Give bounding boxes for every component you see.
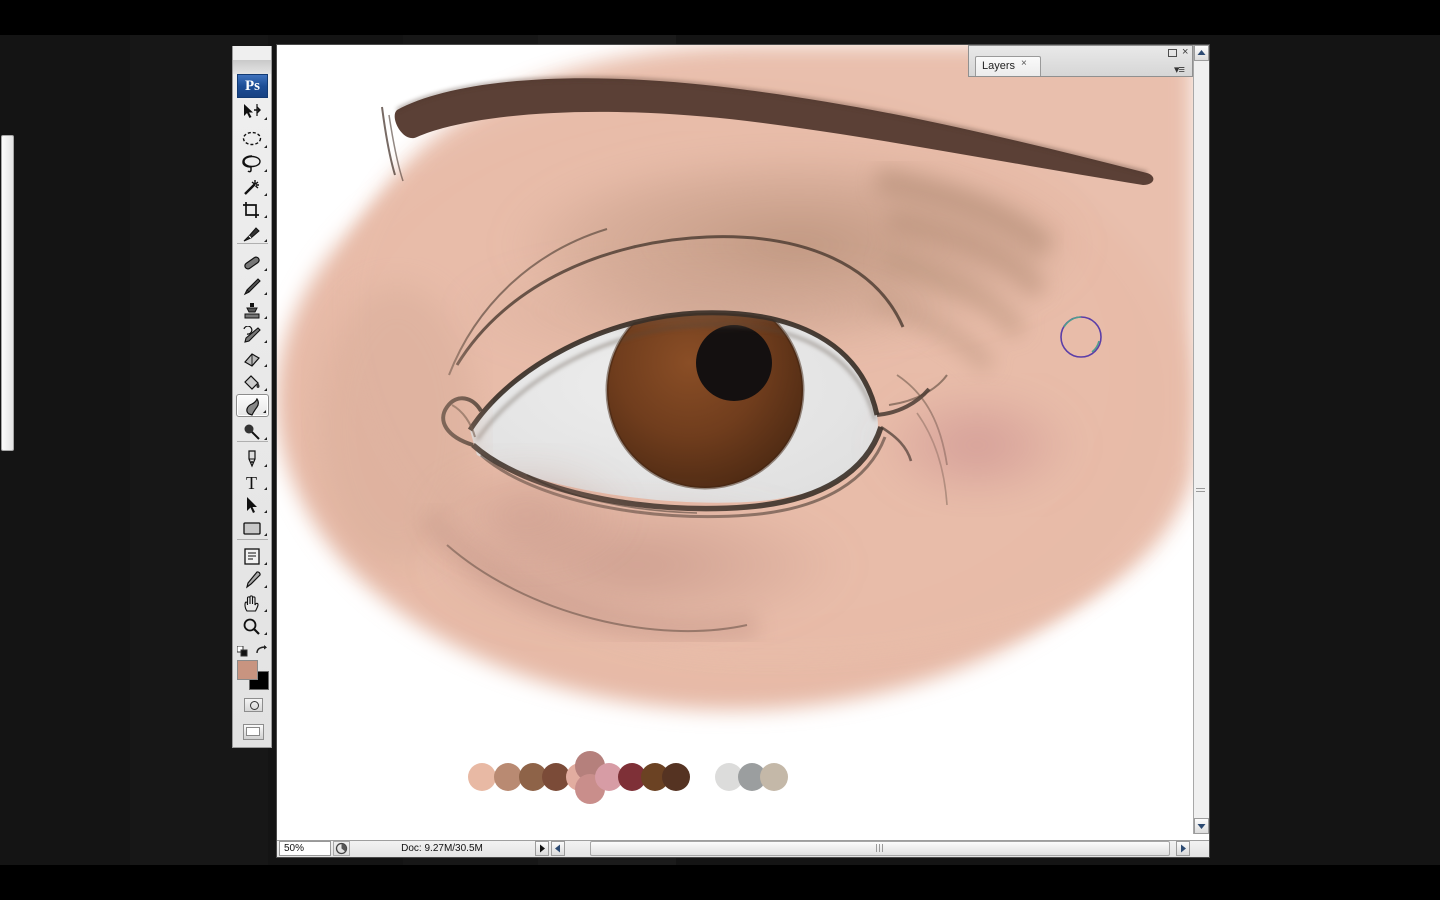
vertical-scroll-thumb[interactable] — [1, 135, 14, 451]
panel-menu-icon[interactable]: ▾≡ — [1174, 63, 1185, 76]
quick-mask-toggle[interactable] — [244, 698, 263, 712]
scroll-right-button[interactable] — [1176, 841, 1190, 856]
tool-submenu-indicator — [264, 388, 267, 391]
marquee-tool[interactable] — [236, 128, 269, 151]
palette-swatch — [662, 763, 690, 791]
tab-layers-label: Layers — [982, 60, 1016, 72]
scroll-left-button[interactable] — [551, 841, 565, 856]
move-tool[interactable] — [236, 100, 269, 123]
status-expand-button[interactable] — [535, 841, 549, 856]
slice-tool[interactable] — [236, 222, 269, 245]
tool-submenu-indicator — [264, 487, 267, 490]
palette-swatch — [468, 763, 496, 791]
tool-submenu-indicator — [264, 533, 267, 536]
tool-submenu-indicator — [264, 364, 267, 367]
tool-submenu-indicator — [264, 268, 267, 271]
tool-submenu-indicator — [264, 215, 267, 218]
pen-tool[interactable] — [236, 447, 269, 470]
document-size-info: Doc: 9.27M/30.5M — [401, 843, 483, 854]
tool-submenu-indicator — [264, 239, 267, 242]
document-preview-button[interactable] — [333, 841, 350, 856]
rectangle-shape-tool[interactable] — [236, 516, 269, 539]
swap-colors-icon[interactable] — [256, 643, 268, 654]
tool-submenu-indicator — [264, 510, 267, 513]
tool-submenu-indicator — [264, 340, 267, 343]
screen-mode-button[interactable] — [243, 724, 264, 740]
tool-submenu-indicator — [264, 632, 267, 635]
tool-submenu-indicator — [264, 464, 267, 467]
dodge-tool[interactable] — [236, 420, 269, 443]
toolbar-separator — [237, 441, 268, 442]
panel-minimize-icon[interactable] — [1168, 49, 1177, 57]
toolbar-separator — [237, 539, 268, 540]
type-tool[interactable]: T — [236, 470, 269, 493]
healing-brush-tool[interactable] — [236, 251, 269, 274]
magic-wand-tool[interactable] — [236, 176, 269, 199]
paint-bucket-tool[interactable] — [236, 371, 269, 394]
letterbox-bottom — [0, 865, 1440, 900]
default-colors-icon[interactable] — [236, 644, 248, 657]
image-canvas[interactable] — [277, 45, 1193, 834]
crop-tool[interactable] — [236, 198, 269, 221]
horizontal-scroll-grip — [876, 844, 884, 852]
eyedropper-tool[interactable] — [236, 568, 269, 591]
clone-stamp-tool[interactable] — [236, 299, 269, 322]
toolbar-separator — [237, 243, 268, 244]
tool-submenu-indicator — [264, 562, 267, 565]
tool-submenu-indicator — [264, 609, 267, 612]
vertical-scroll-grip — [1196, 488, 1205, 494]
tool-submenu-indicator — [264, 145, 267, 148]
note-tool[interactable] — [236, 545, 269, 568]
lasso-tool[interactable] — [236, 152, 269, 175]
eye-artwork — [277, 45, 1193, 710]
tab-layers[interactable]: Layers — [975, 56, 1041, 76]
path-selection-tool[interactable] — [236, 493, 269, 516]
tool-submenu-indicator — [264, 117, 267, 120]
brush-tool[interactable] — [236, 275, 269, 298]
tool-submenu-indicator — [263, 410, 266, 413]
scroll-down-button[interactable] — [1194, 818, 1209, 834]
letterbox-top — [0, 0, 1440, 35]
foreground-color-swatch[interactable] — [237, 660, 258, 680]
svg-text:T: T — [246, 473, 257, 491]
screen-mode-icon — [246, 727, 260, 736]
tool-submenu-indicator — [264, 292, 267, 295]
palette-swatch — [494, 763, 522, 791]
panel-close-icon[interactable]: × — [1182, 47, 1188, 58]
photoshop-logo-icon: Ps — [237, 74, 268, 98]
tool-submenu-indicator — [264, 316, 267, 319]
tool-submenu-indicator — [264, 585, 267, 588]
tool-submenu-indicator — [264, 193, 267, 196]
toolbar-header-strip — [233, 60, 271, 74]
zoom-tool[interactable] — [236, 615, 269, 638]
tool-submenu-indicator — [264, 169, 267, 172]
vertical-scrollbar[interactable] — [1193, 45, 1209, 834]
smudge-tool[interactable] — [236, 394, 269, 417]
brush-cursor-icon — [1060, 316, 1102, 358]
scroll-up-button[interactable] — [1194, 45, 1209, 61]
palette-swatch-gray — [760, 763, 788, 791]
eraser-tool[interactable] — [236, 347, 269, 370]
zoom-level-field[interactable]: 50% — [279, 841, 331, 856]
hand-tool[interactable] — [236, 592, 269, 615]
color-swatches — [237, 660, 270, 690]
tab-close-icon[interactable]: × — [1021, 58, 1027, 69]
quick-mask-icon — [250, 701, 259, 710]
history-brush-tool[interactable] — [236, 323, 269, 346]
tool-submenu-indicator — [264, 437, 267, 440]
